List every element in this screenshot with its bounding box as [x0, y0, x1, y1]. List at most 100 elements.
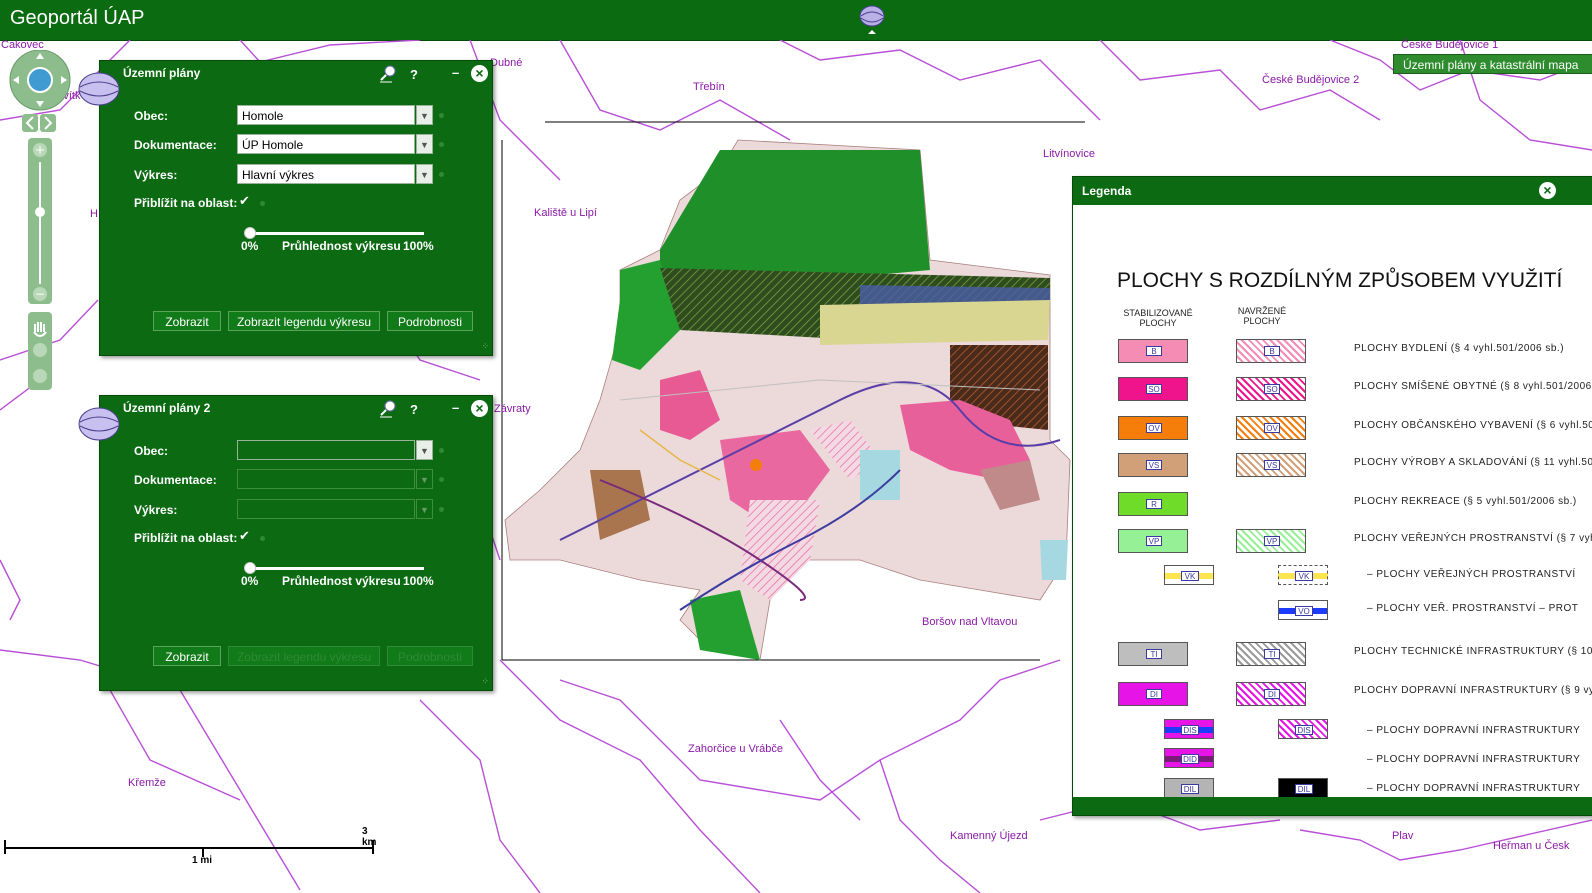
close-icon[interactable]: × — [471, 400, 488, 417]
legend-text: PLOCHY VEŘEJNÝCH PROSTRANSTVÍ (§ 7 vyhl.… — [1354, 533, 1592, 544]
status-dot — [260, 536, 265, 541]
legend-text: PLOCHY REKREACE (§ 5 vyhl.501/2006 sb.) — [1354, 496, 1577, 507]
zoom-in-button[interactable] — [28, 140, 48, 160]
scale-km-label: 3 km — [362, 826, 377, 848]
layer-switch-button[interactable]: Územní plány a katastrální mapa — [1393, 54, 1592, 74]
globe-menu-icon[interactable] — [858, 4, 886, 43]
vykres-select[interactable] — [237, 499, 415, 519]
zoom-area-checkbox[interactable]: ✔ — [239, 528, 250, 544]
obec-label: Obec: — [134, 109, 169, 123]
close-icon[interactable]: × — [1539, 182, 1556, 199]
map-label-cb1: České Budějovice 1 — [1401, 39, 1499, 51]
swatch-ti-proposed: TI — [1236, 642, 1306, 666]
status-dot — [439, 142, 444, 147]
transparency-slider-knob[interactable] — [244, 227, 256, 239]
zoom-out-button[interactable] — [28, 284, 48, 304]
map-label-litvinovice: Litvínovice — [1043, 148, 1095, 160]
legend-title: Legenda — [1082, 184, 1132, 198]
map-label-kamenny-ujezd: Kamenný Újezd — [950, 830, 1028, 842]
swatch-di: DI — [1118, 682, 1188, 706]
resize-grip-icon[interactable]: ⁘ — [481, 341, 489, 352]
resize-grip-icon[interactable]: ⁘ — [481, 676, 489, 687]
status-dot — [439, 448, 444, 453]
show-button[interactable]: Zobrazit — [153, 646, 221, 666]
slider-min-label: 0% — [241, 574, 259, 588]
dokumentace-select[interactable] — [237, 469, 415, 489]
map-label-borsov: Boršov nad Vltavou — [922, 616, 1018, 628]
help-button[interactable]: ? — [410, 402, 418, 417]
dokumentace-select[interactable]: ÚP Homole — [237, 134, 415, 154]
dokumentace-dropdown-icon[interactable]: ▼ — [416, 134, 433, 154]
vykres-dropdown-icon[interactable]: ▼ — [416, 164, 433, 184]
swatch-vk-proposed: VK — [1278, 565, 1328, 585]
legend-heading: PLOCHY S ROZDÍLNÝM ZPŮSOBEM VYUŽITÍ — [1117, 269, 1563, 292]
panel-uzemni-plany: Územní plány ? – × Obec: Homole ▼ Dokume… — [78, 60, 493, 356]
legend-body[interactable]: PLOCHY S ROZDÍLNÝM ZPŮSOBEM VYUŽITÍ STAB… — [1073, 205, 1592, 797]
help-button[interactable]: ? — [410, 67, 418, 82]
vykres-label: Výkres: — [134, 168, 178, 182]
obec-dropdown-icon[interactable]: ▼ — [416, 440, 433, 460]
map-label-cb2: České Budějovice 2 — [1262, 74, 1360, 86]
legend-text: – PLOCHY VEŘEJNÝCH PROSTRANSTVÍ — [1367, 569, 1576, 580]
swatch-so-proposed: SO — [1236, 377, 1306, 401]
show-legend-button[interactable]: Zobrazit legendu výkresu — [228, 311, 380, 331]
panel-title: Územní plány — [123, 66, 201, 80]
legend-text: PLOCHY DOPRAVNÍ INFRASTRUKTURY (§ 9 vyhl… — [1354, 685, 1592, 696]
legend-window: Legenda × PLOCHY S ROZDÍLNÝM ZPŮSOBEM VY… — [1072, 176, 1592, 816]
transparency-slider-track[interactable] — [248, 567, 424, 570]
globe-panel-icon — [78, 71, 120, 112]
vykres-select[interactable]: Hlavní výkres — [237, 164, 415, 184]
search-tool-icon[interactable] — [378, 400, 398, 421]
top-bar: Geoportál ÚAP — [0, 0, 1592, 41]
swatch-ov: OV — [1118, 416, 1188, 440]
legend-text: – PLOCHY DOPRAVNÍ INFRASTRUKTURY — [1367, 754, 1581, 765]
vykres-label: Výkres: — [134, 503, 178, 517]
details-button[interactable]: Podrobnosti — [387, 311, 473, 331]
hand-pan-icon[interactable] — [28, 314, 48, 336]
dokumentace-dropdown-icon[interactable]: ▼ — [416, 469, 433, 489]
minimize-icon[interactable]: – — [452, 65, 459, 80]
obec-select[interactable]: Homole — [237, 105, 415, 125]
transparency-slider-track[interactable] — [248, 232, 424, 235]
swatch-b: B — [1118, 339, 1188, 363]
scale-line — [4, 847, 374, 849]
map-label-dubne: Dubné — [490, 57, 523, 69]
map-label-zahorcice: Zahorčice u Vrábče — [688, 743, 783, 755]
swatch-vo-proposed: VO — [1278, 600, 1328, 620]
map-label-zavraty: Závraty — [494, 403, 531, 415]
app-title: Geoportál ÚAP — [10, 7, 145, 29]
search-tool-icon[interactable] — [378, 65, 398, 86]
panel-title: Územní plány 2 — [123, 401, 211, 415]
slider-label: Průhlednost výkresu — [282, 574, 401, 588]
col-proposed: NAVRŽENÉ PLOCHY — [1237, 306, 1287, 326]
swatch-vk: VK — [1164, 565, 1214, 585]
zoom-area-label: Přiblížit na oblast: — [134, 196, 238, 210]
vykres-dropdown-icon[interactable]: ▼ — [416, 499, 433, 519]
col-stabilized: STABILIZOVANÉ PLOCHY — [1123, 308, 1193, 328]
obec-label: Obec: — [134, 444, 169, 458]
slider-max-label: 100% — [403, 574, 434, 588]
pan-control[interactable] — [14, 50, 66, 110]
swatch-did: DID — [1164, 748, 1214, 768]
close-icon[interactable]: × — [471, 65, 488, 82]
scale-bar: 3 km 1 mi — [4, 826, 384, 870]
obec-select[interactable] — [237, 440, 415, 460]
legend-text: PLOCHY VÝROBY A SKLADOVÁNÍ (§ 11 vyhl.50… — [1354, 457, 1592, 468]
status-dot — [260, 201, 265, 206]
map-label-h: H — [90, 208, 98, 220]
map-label-plav: Plav — [1392, 830, 1414, 842]
transparency-slider-knob[interactable] — [244, 562, 256, 574]
obec-dropdown-icon[interactable]: ▼ — [416, 105, 433, 125]
scale-tick — [4, 840, 6, 854]
legend-text: PLOCHY OBČANSKÉHO VYBAVENÍ (§ 6 vyhl.501… — [1354, 420, 1592, 431]
swatch-vp: VP — [1118, 529, 1188, 553]
legend-header[interactable]: Legenda × — [1073, 177, 1592, 205]
zoom-area-checkbox[interactable]: ✔ — [239, 193, 250, 209]
swatch-vp-proposed: VP — [1236, 529, 1306, 553]
details-button[interactable]: Podrobnosti — [387, 646, 473, 666]
globe-panel-icon — [78, 406, 120, 447]
show-legend-button[interactable]: Zobrazit legendu výkresu — [228, 646, 380, 666]
minimize-icon[interactable]: – — [452, 400, 459, 415]
show-button[interactable]: Zobrazit — [153, 311, 221, 331]
dokumentace-label: Dokumentace: — [134, 473, 217, 487]
